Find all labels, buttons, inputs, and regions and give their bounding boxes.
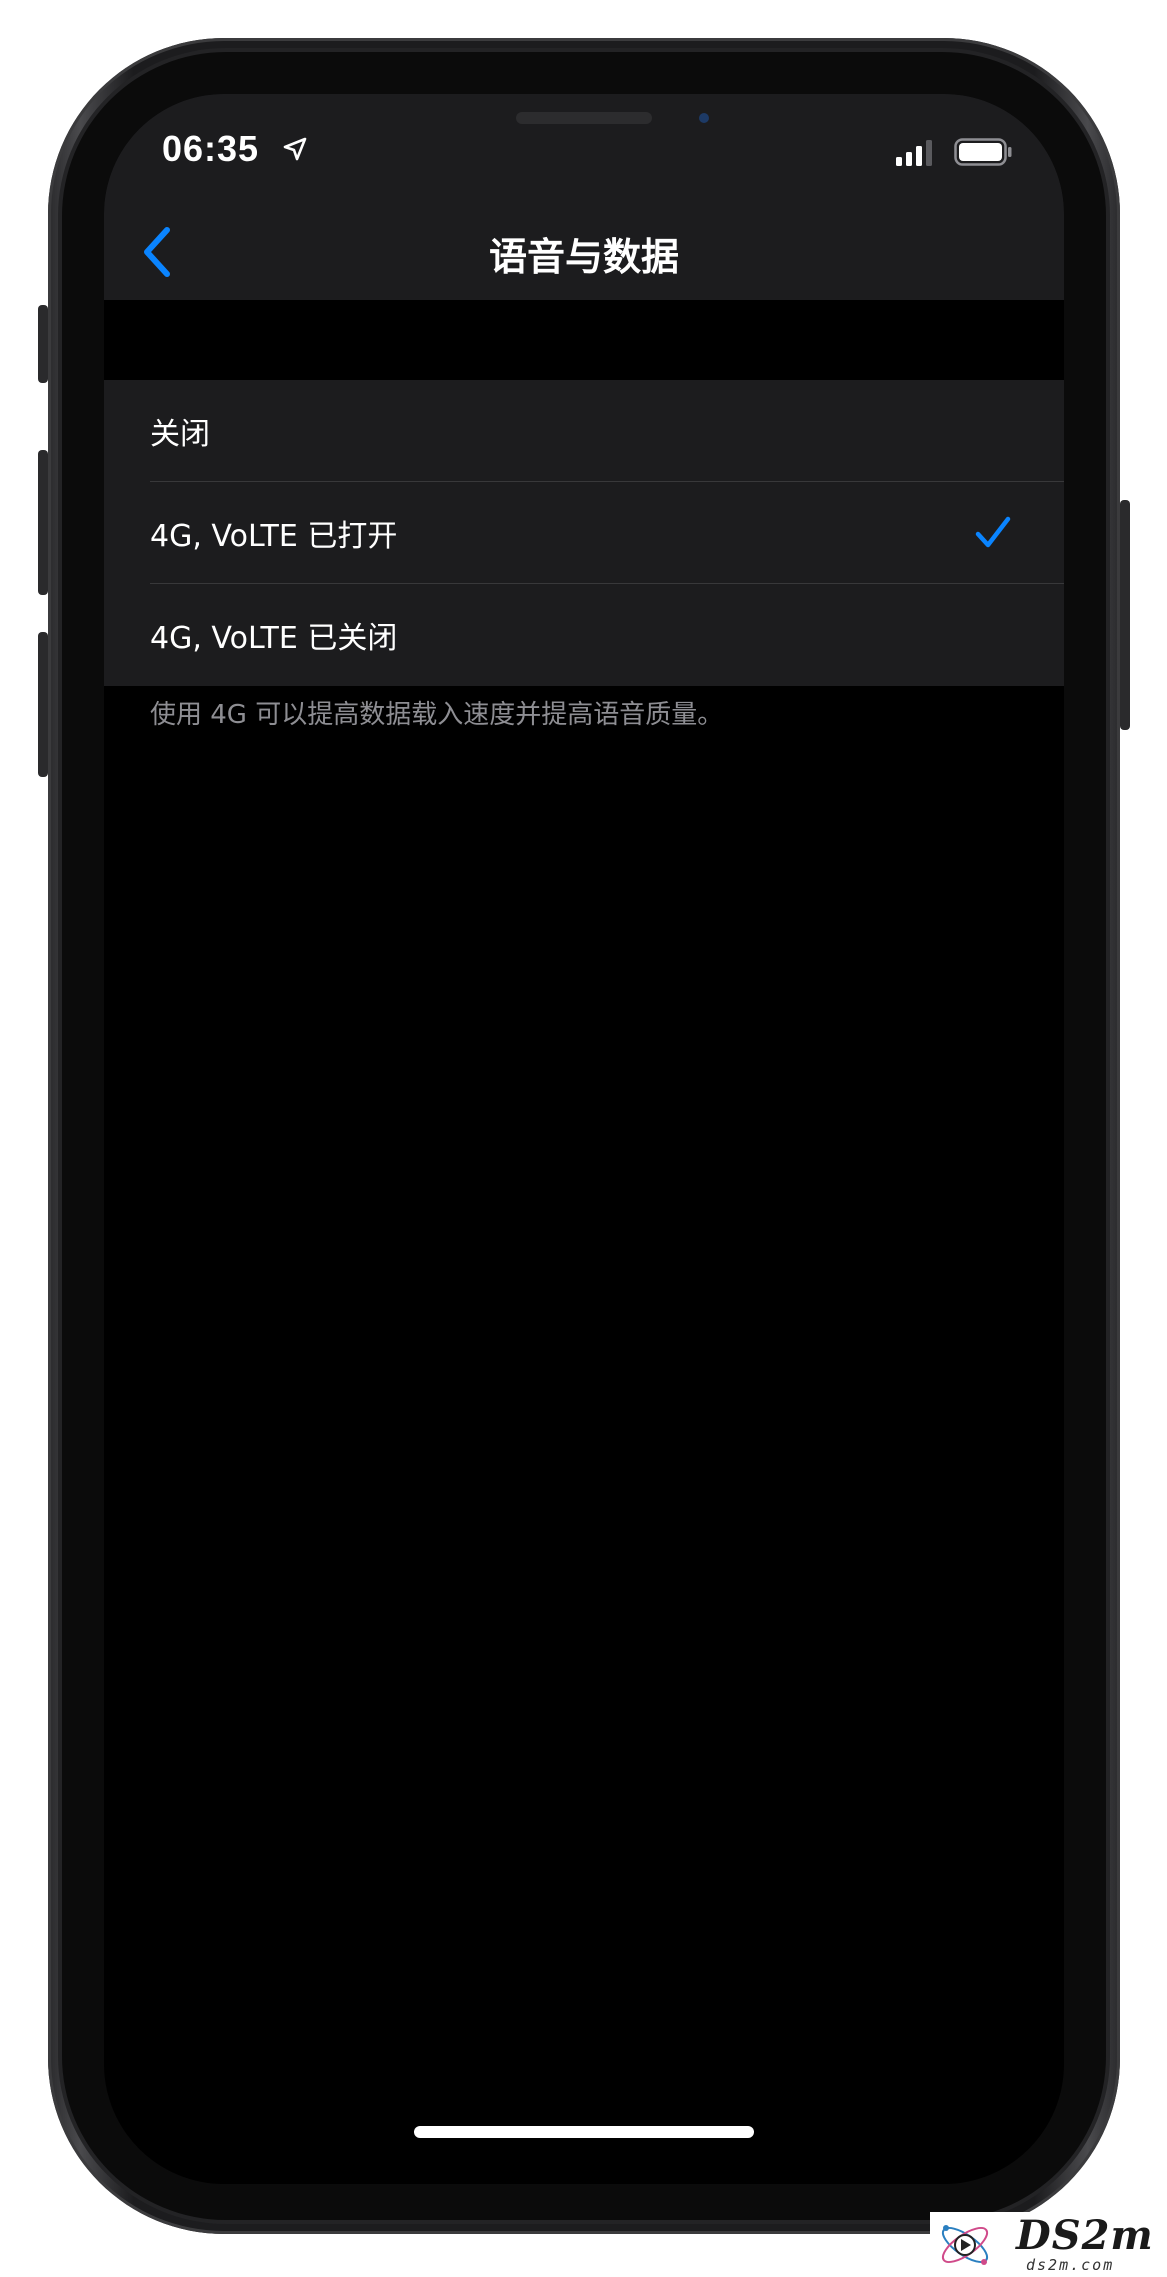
option-label: 关闭: [150, 417, 210, 452]
earpiece-speaker: [516, 112, 652, 124]
option-off[interactable]: 关闭: [104, 380, 1064, 482]
footer-note: 使用 4G 可以提高数据载入速度并提高语音质量。: [150, 700, 724, 730]
watermark: DS2m ds2m.com: [930, 2212, 1167, 2277]
cellular-signal-icon: [896, 140, 932, 166]
page-title: 语音与数据: [488, 237, 679, 279]
checkmark-icon: [975, 516, 1011, 548]
location-arrow-icon: [283, 137, 307, 161]
screen: 06:35 语音与数据 关闭 4G, VoLTE 已打开 4G, VoLTE 已…: [104, 94, 1064, 2184]
home-indicator[interactable]: [414, 2126, 754, 2138]
voice-data-options: 关闭 4G, VoLTE 已打开 4G, VoLTE 已关闭: [104, 380, 1064, 686]
option-label: 4G, VoLTE 已打开: [150, 519, 398, 554]
option-label: 4G, VoLTE 已关闭: [150, 621, 398, 656]
option-4g-volte-off[interactable]: 4G, VoLTE 已关闭: [104, 584, 1064, 686]
watermark-logo-icon: [941, 2225, 989, 2265]
status-time: 06:35: [162, 128, 260, 169]
mute-switch: [38, 305, 48, 383]
front-camera: [699, 113, 709, 123]
status-bar: 06:35: [104, 94, 1064, 204]
volume-down-button: [38, 632, 48, 777]
battery-icon: [954, 138, 1012, 166]
volume-up-button: [38, 450, 48, 595]
watermark-title: DS2m: [1016, 2212, 1154, 2259]
option-4g-volte-on[interactable]: 4G, VoLTE 已打开: [104, 482, 1064, 584]
watermark-subtitle: ds2m.com: [1026, 2256, 1115, 2274]
power-button: [1120, 500, 1130, 730]
navigation-bar: 语音与数据: [104, 204, 1064, 300]
